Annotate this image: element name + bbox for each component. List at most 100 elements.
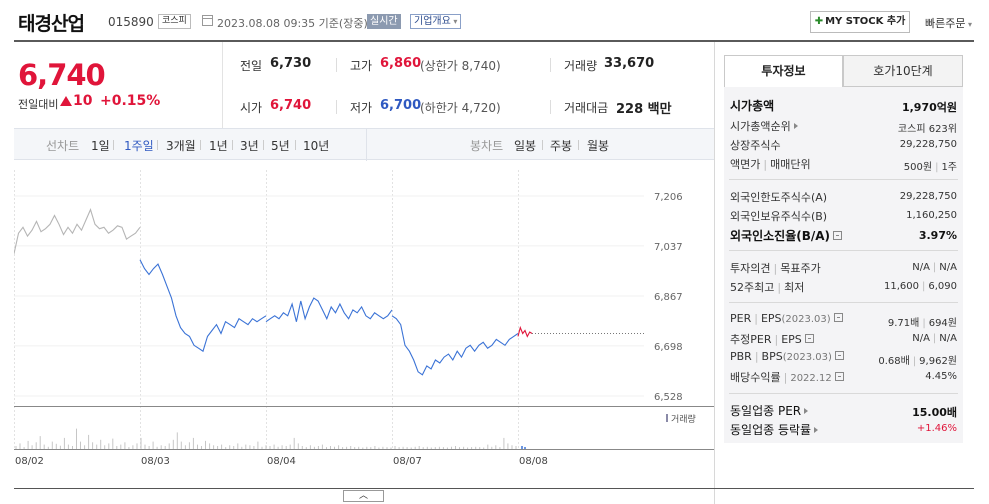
prev-close-value: 6,730 [270, 56, 312, 71]
week52-low-label: 최저 [784, 281, 805, 294]
toolbar-separator [578, 140, 579, 150]
industry-change-label[interactable]: 동일업종 등락률 [730, 421, 819, 438]
divider: | [912, 356, 917, 367]
divider: | [773, 262, 778, 275]
change-value: 10 [73, 93, 93, 109]
volume-value: 33,670 [604, 56, 655, 71]
high-label: 고가 [350, 59, 373, 73]
week52-high-value: 11,600 [883, 281, 919, 292]
upper-limit: (상한가 8,740) [420, 59, 501, 73]
industry-change-value: +1.46% [916, 423, 957, 434]
panel-separator [729, 250, 958, 251]
period-1y[interactable]: 1년 [209, 137, 228, 154]
foreign-ratio-text: 외국인소진율(B/A) [730, 229, 831, 243]
price-chart-svg: 7,206 7,037 6,867 6,698 6,528 거래량 08/02 08/03 08… [13, 170, 714, 467]
period-5y[interactable]: 5년 [271, 137, 290, 154]
bps-label: BPS [761, 350, 783, 363]
est-per-eps-value: N/A | N/A [912, 333, 957, 344]
info-icon[interactable] [833, 313, 843, 322]
quote-separator [336, 100, 337, 114]
divider: | [932, 333, 937, 344]
info-icon[interactable] [834, 351, 844, 360]
header-divider [14, 40, 974, 42]
plus-icon: ✚ [814, 16, 824, 27]
industry-per-label[interactable]: 동일업종 PER [730, 402, 809, 419]
pbr-bps-label: PBR | BPS(2023.03) [730, 350, 844, 363]
week52-low-value: 6,090 [928, 281, 957, 292]
y-tick-label: 6,867 [654, 292, 683, 303]
info-icon[interactable] [804, 334, 814, 343]
tab-order-book[interactable]: 호가10단계 [843, 55, 963, 87]
par-unit-label: 액면가 | 매매단위 [730, 156, 811, 172]
panel-separator [729, 179, 958, 180]
price-series-08-04 [265, 297, 393, 323]
toolbar-separator [295, 140, 296, 150]
candle-daily[interactable]: 일봉 [514, 137, 536, 154]
company-overview-button[interactable]: 기업개요 ▾ [410, 14, 462, 29]
chevron-down-icon: ▾ [965, 20, 973, 29]
period-1d[interactable]: 1일 [91, 137, 110, 154]
low-label: 저가 [350, 101, 373, 115]
candle-weekly[interactable]: 주봉 [550, 137, 572, 154]
par-unit-value: 500원 | 1주 [904, 158, 957, 173]
amount-label: 거래대금 [564, 101, 609, 115]
foreign-limit-label: 외국인한도주식수(A) [730, 191, 828, 204]
market-cap-value: 1,970억원 [901, 101, 957, 114]
quote-separator [550, 58, 551, 72]
volume-legend-label: 거래량 [671, 413, 696, 425]
divider: | [777, 281, 782, 294]
low-value: 6,700 [380, 98, 422, 113]
up-triangle-icon [60, 96, 72, 106]
divider: | [935, 162, 939, 173]
tab-investment-info[interactable]: 투자정보 [724, 55, 843, 87]
industry-change-text: 동일업종 등락률 [730, 423, 812, 437]
info-icon[interactable] [834, 372, 844, 381]
volume-legend-swatch [666, 414, 668, 422]
period-10y[interactable]: 10년 [303, 137, 329, 154]
collapse-button[interactable]: ︿ [343, 490, 384, 502]
period-3m[interactable]: 3개월 [166, 137, 196, 154]
amount-value: 228 백만 [616, 102, 672, 117]
line-chart-label: 선차트 [46, 139, 80, 153]
right-panel-border [714, 42, 715, 504]
x-tick-label: 08/02 [15, 456, 44, 465]
high-value: 6,860 [380, 56, 422, 71]
opinion-value: N/A [912, 262, 930, 273]
divider: | [754, 312, 758, 325]
eps-value: 694원 [928, 318, 957, 329]
cap-rank-label[interactable]: 시가총액순위 [730, 118, 798, 134]
change-label: 전일대비 [18, 98, 59, 111]
bps-value: 9,962원 [919, 356, 957, 367]
dividend-value: 4.45% [925, 371, 957, 382]
panel-separator [729, 393, 958, 394]
period-1w[interactable]: 1주일 [124, 137, 154, 154]
pbr-label: PBR [730, 350, 752, 363]
chart-toolbar: 선차트 1일 1주일 3개월 1년 3년 5년 10년 봉차트 일봉 주봉 월봉 [14, 128, 714, 161]
shares-value: 29,228,750 [899, 139, 957, 150]
candle-chart-label: 봉차트 [470, 139, 504, 153]
y-tick-label: 6,528 [654, 392, 683, 403]
candle-monthly[interactable]: 월봉 [587, 137, 609, 154]
toolbar-separator [263, 140, 264, 150]
info-icon[interactable] [833, 231, 843, 240]
calendar-icon [202, 15, 213, 26]
foreign-hold-label: 외국인보유주식수(B) [730, 210, 828, 223]
period-3y[interactable]: 3년 [240, 137, 259, 154]
lower-limit: (하한가 4,720) [420, 101, 501, 115]
par-label: 액면가 [730, 158, 761, 171]
volume-label: 거래량 [564, 59, 598, 73]
current-price: 6,740 [18, 58, 106, 92]
cap-rank-text: 시가총액순위 [730, 120, 791, 133]
foreign-ratio-value: 3.97% [918, 229, 957, 242]
toolbar-separator [113, 140, 114, 150]
quick-order-label: 빠른주문 [925, 17, 966, 30]
realtime-badge[interactable]: 실시간 [367, 14, 401, 29]
x-tick-label: 08/04 [267, 456, 296, 465]
change-percent: +0.15% [100, 93, 161, 109]
arrow-right-icon [814, 427, 819, 433]
dividend-text: 배당수익률 [730, 371, 781, 384]
price-chart[interactable]: 7,206 7,037 6,867 6,698 6,528 거래량 08/02 08/03 08… [13, 160, 714, 467]
quick-order-button[interactable]: 빠른주문 ▾ [925, 15, 972, 31]
y-tick-label: 6,698 [654, 342, 683, 353]
mystock-add-button[interactable]: ✚ MY STOCK 추가 [810, 11, 910, 33]
